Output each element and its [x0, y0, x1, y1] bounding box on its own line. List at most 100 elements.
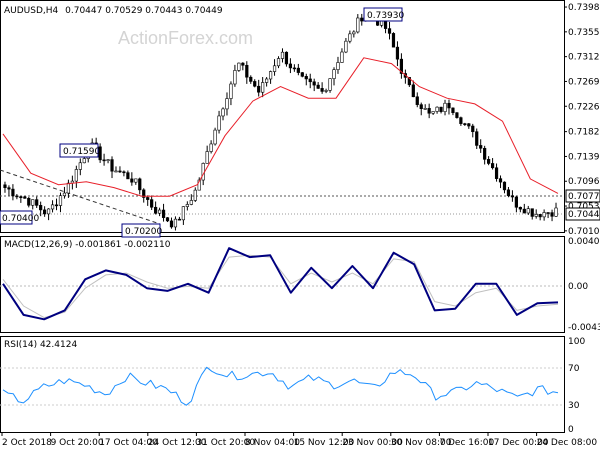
candle-body — [431, 111, 435, 114]
candle-body — [336, 62, 340, 70]
current-price-label: 0.70449 — [565, 207, 600, 221]
candle-body — [451, 107, 455, 113]
watermark: ActionForex.com — [118, 28, 253, 48]
candle-body — [205, 151, 209, 164]
candle-body — [494, 167, 499, 179]
candle-body — [134, 178, 138, 183]
candle-body — [439, 106, 443, 112]
candle-body — [360, 17, 364, 22]
candle-body — [229, 83, 233, 99]
current-price-label-text: 0.70449 — [568, 210, 600, 220]
candle-body — [348, 33, 352, 42]
candle-body — [475, 131, 479, 146]
price-tick-label: 0.70100 — [568, 227, 600, 237]
overlays-group — [2, 57, 559, 197]
candle-body — [288, 63, 293, 69]
candle-body — [225, 98, 229, 110]
rsi-label: RSI(14) 42.4124 — [4, 340, 77, 350]
candle-body — [316, 84, 320, 89]
candle-body — [161, 209, 166, 218]
macd-tick-top: 0.004085 — [568, 237, 600, 247]
candle-body — [522, 208, 526, 214]
macd-lines — [2, 247, 559, 321]
candle-body — [443, 102, 447, 112]
candle-body — [146, 197, 150, 200]
candle-body — [395, 46, 400, 60]
candle-body — [173, 218, 178, 228]
candle-body — [455, 112, 459, 118]
candle-body — [546, 212, 550, 214]
candle-body — [510, 195, 515, 198]
x-tick-label: 7 Dec 16:00 — [439, 438, 494, 448]
candle-body — [483, 147, 487, 160]
annotation-7020: 0.70200 — [121, 223, 162, 238]
candle-body — [74, 169, 78, 182]
candle-body — [233, 70, 237, 85]
candle-body — [276, 58, 281, 67]
candle-body — [467, 123, 471, 127]
price-panel-frame — [0, 0, 565, 233]
candle-body — [114, 170, 118, 173]
candle-body — [157, 209, 162, 214]
candle-body — [332, 69, 336, 79]
price-header: AUDUSD,H4 0.70447 0.70529 0.70443 0.7044… — [4, 6, 223, 16]
macd-tick-zero: 0.00 — [568, 282, 588, 292]
candle-body — [463, 123, 467, 125]
x-tick-label: 9 Oct 20:00 — [51, 438, 104, 448]
annotation-high: 0.73930 — [363, 7, 404, 22]
candle-body — [487, 159, 491, 164]
macd-main-line — [2, 247, 559, 321]
candle-body — [23, 196, 27, 199]
candle-body — [7, 187, 11, 190]
candle-body — [241, 62, 245, 66]
rsi-line — [2, 366, 559, 406]
candle-body — [328, 78, 332, 91]
level-label-7077: 0.70770 — [565, 189, 600, 203]
candle-body — [423, 108, 427, 110]
candle-body — [66, 182, 71, 194]
candle-body — [530, 208, 534, 217]
ohlc-values: 0.70447 0.70529 0.70443 0.70449 — [65, 6, 223, 16]
candle-body — [538, 214, 542, 218]
candle-body — [19, 196, 23, 199]
macd-tick-bottom: -0.0043 — [568, 323, 600, 333]
x-tick-label: 8 Nov 04:00 — [245, 438, 300, 448]
candle-body — [352, 31, 356, 35]
x-axis: 2 Oct 20189 Oct 20:0017 Oct 04:0024 Oct … — [1, 432, 597, 448]
candle-body — [427, 108, 431, 114]
candle-body — [554, 207, 558, 217]
rsi-tick-100: 100 — [568, 337, 585, 347]
macd-label: MACD(12,26,9) -0.001861 -0.002110 — [4, 240, 171, 250]
price-tick-label: 0.71820 — [568, 128, 600, 138]
candle-body — [102, 159, 106, 162]
candle-body — [150, 199, 154, 208]
candle-body — [304, 76, 308, 80]
candle-body — [471, 125, 475, 133]
candle-body — [181, 206, 185, 221]
candle-body — [106, 159, 110, 161]
candle-body — [126, 172, 130, 180]
x-tick-label: 2 Oct 2018 — [2, 438, 52, 448]
rsi-series-line — [2, 366, 559, 406]
candle-body — [257, 85, 261, 93]
candle-body — [31, 199, 35, 206]
level-label-7077-text: 0.70770 — [568, 192, 600, 202]
candle-body — [249, 76, 253, 82]
price-tick-label: 0.73550 — [568, 28, 600, 38]
candle-body — [78, 162, 82, 170]
rsi-tick-0: 0 — [568, 425, 574, 435]
candle-body — [526, 208, 530, 214]
candle-body — [122, 171, 126, 174]
candle-body — [534, 214, 538, 217]
candle-body — [280, 51, 285, 59]
annotation-high-text: 0.73930 — [367, 11, 404, 21]
candle-body — [498, 178, 503, 183]
candle-body — [356, 17, 360, 33]
price-tick-label: 0.73980 — [568, 3, 600, 13]
candle-body — [43, 209, 47, 215]
candle-body — [62, 192, 67, 197]
candle-body — [118, 170, 122, 173]
candle-body — [292, 67, 296, 70]
sma-line — [2, 57, 559, 197]
candle-body — [502, 181, 507, 191]
